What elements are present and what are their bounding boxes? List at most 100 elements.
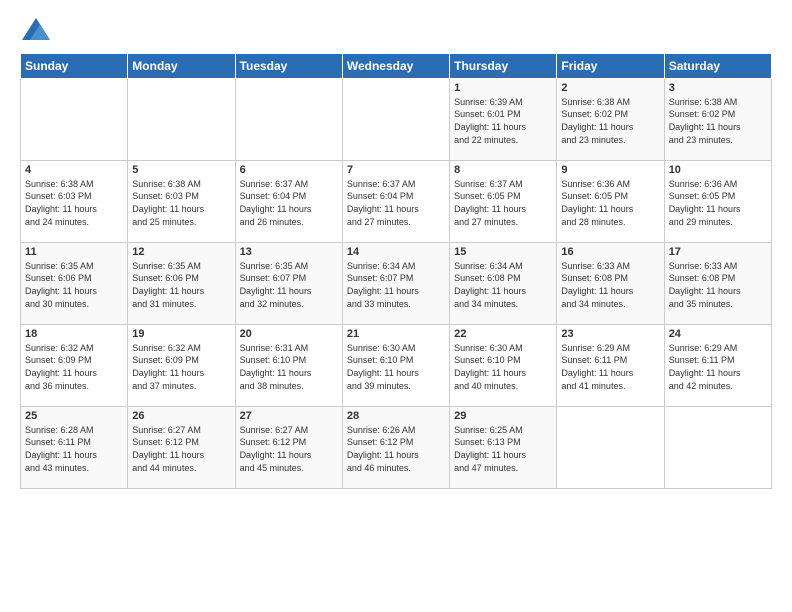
day-info: Sunrise: 6:33 AM Sunset: 6:08 PM Dayligh… bbox=[669, 260, 767, 310]
header bbox=[20, 16, 772, 45]
calendar-cell bbox=[128, 78, 235, 160]
day-info: Sunrise: 6:37 AM Sunset: 6:05 PM Dayligh… bbox=[454, 178, 552, 228]
day-info: Sunrise: 6:32 AM Sunset: 6:09 PM Dayligh… bbox=[25, 342, 123, 392]
calendar-cell: 5 Sunrise: 6:38 AM Sunset: 6:03 PM Daylig… bbox=[128, 160, 235, 242]
day-number: 29 bbox=[454, 410, 552, 422]
day-number: 10 bbox=[669, 164, 767, 176]
day-info: Sunrise: 6:35 AM Sunset: 6:07 PM Dayligh… bbox=[240, 260, 338, 310]
calendar-cell: 23 Sunrise: 6:29 AM Sunset: 6:11 PM Dayli… bbox=[557, 324, 664, 406]
day-number: 28 bbox=[347, 410, 445, 422]
day-info: Sunrise: 6:27 AM Sunset: 6:12 PM Dayligh… bbox=[132, 424, 230, 474]
day-info: Sunrise: 6:34 AM Sunset: 6:07 PM Dayligh… bbox=[347, 260, 445, 310]
calendar-cell: 19 Sunrise: 6:32 AM Sunset: 6:09 PM Dayli… bbox=[128, 324, 235, 406]
day-number: 7 bbox=[347, 164, 445, 176]
calendar-cell: 10Sunrise: 6:36 AM Sunset: 6:05 PM Dayli… bbox=[664, 160, 771, 242]
week-row-0: 1 Sunrise: 6:39 AM Sunset: 6:01 PM Daylig… bbox=[21, 78, 772, 160]
week-row-4: 25 Sunrise: 6:28 AM Sunset: 6:11 PM Dayli… bbox=[21, 406, 772, 488]
calendar-cell: 3 Sunrise: 6:38 AM Sunset: 6:02 PM Daylig… bbox=[664, 78, 771, 160]
calendar-cell: 1 Sunrise: 6:39 AM Sunset: 6:01 PM Daylig… bbox=[450, 78, 557, 160]
calendar-table: SundayMondayTuesdayWednesdayThursdayFrid… bbox=[20, 53, 772, 489]
day-info: Sunrise: 6:39 AM Sunset: 6:01 PM Dayligh… bbox=[454, 96, 552, 146]
week-row-1: 4 Sunrise: 6:38 AM Sunset: 6:03 PM Daylig… bbox=[21, 160, 772, 242]
day-number: 24 bbox=[669, 328, 767, 340]
day-info: Sunrise: 6:30 AM Sunset: 6:10 PM Dayligh… bbox=[347, 342, 445, 392]
calendar-cell: 14 Sunrise: 6:34 AM Sunset: 6:07 PM Dayli… bbox=[342, 242, 449, 324]
day-info: Sunrise: 6:34 AM Sunset: 6:08 PM Dayligh… bbox=[454, 260, 552, 310]
calendar-cell: 2 Sunrise: 6:38 AM Sunset: 6:02 PM Daylig… bbox=[557, 78, 664, 160]
day-info: Sunrise: 6:35 AM Sunset: 6:06 PM Dayligh… bbox=[25, 260, 123, 310]
calendar-cell: 7 Sunrise: 6:37 AM Sunset: 6:04 PM Daylig… bbox=[342, 160, 449, 242]
day-info: Sunrise: 6:35 AM Sunset: 6:06 PM Dayligh… bbox=[132, 260, 230, 310]
day-number: 25 bbox=[25, 410, 123, 422]
day-info: Sunrise: 6:33 AM Sunset: 6:08 PM Dayligh… bbox=[561, 260, 659, 310]
day-number: 16 bbox=[561, 246, 659, 258]
header-wednesday: Wednesday bbox=[342, 53, 449, 78]
calendar-cell bbox=[557, 406, 664, 488]
calendar-cell: 13 Sunrise: 6:35 AM Sunset: 6:07 PM Dayli… bbox=[235, 242, 342, 324]
day-info: Sunrise: 6:32 AM Sunset: 6:09 PM Dayligh… bbox=[132, 342, 230, 392]
calendar-cell: 25 Sunrise: 6:28 AM Sunset: 6:11 PM Dayli… bbox=[21, 406, 128, 488]
day-info: Sunrise: 6:38 AM Sunset: 6:02 PM Dayligh… bbox=[561, 96, 659, 146]
day-number: 13 bbox=[240, 246, 338, 258]
calendar-cell: 8 Sunrise: 6:37 AM Sunset: 6:05 PM Daylig… bbox=[450, 160, 557, 242]
header-saturday: Saturday bbox=[664, 53, 771, 78]
day-number: 2 bbox=[561, 82, 659, 94]
calendar-cell: 22 Sunrise: 6:30 AM Sunset: 6:10 PM Dayli… bbox=[450, 324, 557, 406]
day-number: 9 bbox=[561, 164, 659, 176]
header-monday: Monday bbox=[128, 53, 235, 78]
day-info: Sunrise: 6:38 AM Sunset: 6:03 PM Dayligh… bbox=[25, 178, 123, 228]
header-friday: Friday bbox=[557, 53, 664, 78]
day-info: Sunrise: 6:29 AM Sunset: 6:11 PM Dayligh… bbox=[561, 342, 659, 392]
day-number: 20 bbox=[240, 328, 338, 340]
day-number: 14 bbox=[347, 246, 445, 258]
calendar-cell bbox=[664, 406, 771, 488]
day-info: Sunrise: 6:29 AM Sunset: 6:11 PM Dayligh… bbox=[669, 342, 767, 392]
day-info: Sunrise: 6:36 AM Sunset: 6:05 PM Dayligh… bbox=[561, 178, 659, 228]
day-number: 22 bbox=[454, 328, 552, 340]
week-row-3: 18 Sunrise: 6:32 AM Sunset: 6:09 PM Dayli… bbox=[21, 324, 772, 406]
calendar-cell bbox=[342, 78, 449, 160]
day-info: Sunrise: 6:38 AM Sunset: 6:02 PM Dayligh… bbox=[669, 96, 767, 146]
day-info: Sunrise: 6:30 AM Sunset: 6:10 PM Dayligh… bbox=[454, 342, 552, 392]
day-number: 3 bbox=[669, 82, 767, 94]
calendar-cell: 29 Sunrise: 6:25 AM Sunset: 6:13 PM Dayli… bbox=[450, 406, 557, 488]
calendar-cell: 11 Sunrise: 6:35 AM Sunset: 6:06 PM Dayli… bbox=[21, 242, 128, 324]
day-info: Sunrise: 6:27 AM Sunset: 6:12 PM Dayligh… bbox=[240, 424, 338, 474]
day-number: 11 bbox=[25, 246, 123, 258]
calendar-cell: 9 Sunrise: 6:36 AM Sunset: 6:05 PM Daylig… bbox=[557, 160, 664, 242]
calendar-cell: 6 Sunrise: 6:37 AM Sunset: 6:04 PM Daylig… bbox=[235, 160, 342, 242]
day-info: Sunrise: 6:28 AM Sunset: 6:11 PM Dayligh… bbox=[25, 424, 123, 474]
header-thursday: Thursday bbox=[450, 53, 557, 78]
calendar-cell: 16 Sunrise: 6:33 AM Sunset: 6:08 PM Dayli… bbox=[557, 242, 664, 324]
day-number: 23 bbox=[561, 328, 659, 340]
day-number: 18 bbox=[25, 328, 123, 340]
day-number: 26 bbox=[132, 410, 230, 422]
calendar-cell: 26 Sunrise: 6:27 AM Sunset: 6:12 PM Dayli… bbox=[128, 406, 235, 488]
calendar-cell: 17 Sunrise: 6:33 AM Sunset: 6:08 PM Dayli… bbox=[664, 242, 771, 324]
calendar-cell: 20 Sunrise: 6:31 AM Sunset: 6:10 PM Dayli… bbox=[235, 324, 342, 406]
day-info: Sunrise: 6:31 AM Sunset: 6:10 PM Dayligh… bbox=[240, 342, 338, 392]
day-number: 4 bbox=[25, 164, 123, 176]
day-number: 15 bbox=[454, 246, 552, 258]
week-row-2: 11 Sunrise: 6:35 AM Sunset: 6:06 PM Dayli… bbox=[21, 242, 772, 324]
day-info: Sunrise: 6:37 AM Sunset: 6:04 PM Dayligh… bbox=[347, 178, 445, 228]
calendar-cell: 18 Sunrise: 6:32 AM Sunset: 6:09 PM Dayli… bbox=[21, 324, 128, 406]
calendar-cell: 4 Sunrise: 6:38 AM Sunset: 6:03 PM Daylig… bbox=[21, 160, 128, 242]
day-info: Sunrise: 6:25 AM Sunset: 6:13 PM Dayligh… bbox=[454, 424, 552, 474]
day-number: 6 bbox=[240, 164, 338, 176]
day-number: 8 bbox=[454, 164, 552, 176]
day-info: Sunrise: 6:26 AM Sunset: 6:12 PM Dayligh… bbox=[347, 424, 445, 474]
day-number: 5 bbox=[132, 164, 230, 176]
day-number: 17 bbox=[669, 246, 767, 258]
day-number: 19 bbox=[132, 328, 230, 340]
day-info: Sunrise: 6:38 AM Sunset: 6:03 PM Dayligh… bbox=[132, 178, 230, 228]
day-number: 1 bbox=[454, 82, 552, 94]
logo bbox=[20, 20, 50, 45]
header-sunday: Sunday bbox=[21, 53, 128, 78]
calendar-cell: 28 Sunrise: 6:26 AM Sunset: 6:12 PM Dayli… bbox=[342, 406, 449, 488]
day-number: 12 bbox=[132, 246, 230, 258]
calendar-cell: 24 Sunrise: 6:29 AM Sunset: 6:11 PM Dayli… bbox=[664, 324, 771, 406]
day-info: Sunrise: 6:37 AM Sunset: 6:04 PM Dayligh… bbox=[240, 178, 338, 228]
calendar-cell: 21Sunrise: 6:30 AM Sunset: 6:10 PM Dayli… bbox=[342, 324, 449, 406]
calendar-cell: 15 Sunrise: 6:34 AM Sunset: 6:08 PM Dayli… bbox=[450, 242, 557, 324]
